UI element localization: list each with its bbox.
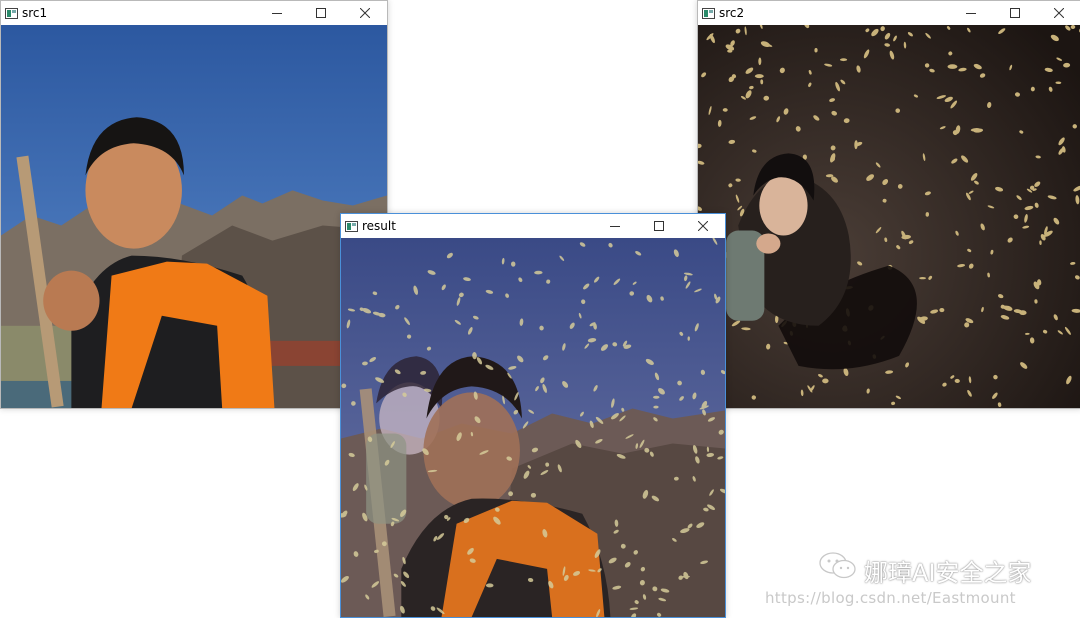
leaf xyxy=(822,378,829,384)
window-title: src1 xyxy=(22,6,48,20)
close-icon xyxy=(360,8,370,18)
window-title: src2 xyxy=(719,6,745,20)
leaf xyxy=(839,58,848,62)
minimize-icon xyxy=(272,13,282,14)
close-icon xyxy=(1054,8,1064,18)
close-button[interactable] xyxy=(343,1,387,25)
window-app-icon xyxy=(702,7,715,19)
titlebar-src1[interactable]: src1 xyxy=(1,1,387,25)
window-src1[interactable]: src1 xyxy=(0,0,388,409)
maximize-icon xyxy=(316,8,326,18)
leaf xyxy=(754,74,764,79)
window-result[interactable]: result xyxy=(340,213,726,618)
close-button[interactable] xyxy=(1037,1,1080,25)
src1-image xyxy=(1,25,387,408)
maximize-button[interactable] xyxy=(637,214,681,238)
titlebar-src2[interactable]: src2 xyxy=(698,1,1080,25)
close-icon xyxy=(698,221,708,231)
titlebar-result[interactable]: result xyxy=(341,214,725,238)
minimize-button[interactable] xyxy=(255,1,299,25)
maximize-icon xyxy=(1010,8,1020,18)
watermark-url: https://blog.csdn.net/Eastmount xyxy=(765,589,1016,607)
src2-image xyxy=(698,25,1080,408)
leaf xyxy=(919,277,927,280)
close-button[interactable] xyxy=(681,214,725,238)
watermark-brand: 娜璋AI安全之家 xyxy=(864,559,1032,587)
maximize-button[interactable] xyxy=(993,1,1037,25)
window-app-icon xyxy=(345,220,358,232)
minimize-icon xyxy=(610,226,620,227)
result-image xyxy=(341,238,725,617)
wechat-icon xyxy=(818,551,858,586)
window-src2[interactable]: src2 xyxy=(697,0,1080,409)
maximize-button[interactable] xyxy=(299,1,343,25)
minimize-button[interactable] xyxy=(593,214,637,238)
leaf xyxy=(947,64,958,69)
leaf xyxy=(653,395,660,399)
maximize-icon xyxy=(654,221,664,231)
minimize-icon xyxy=(966,13,976,14)
window-title: result xyxy=(362,219,396,233)
minimize-button[interactable] xyxy=(949,1,993,25)
window-app-icon xyxy=(5,7,18,19)
